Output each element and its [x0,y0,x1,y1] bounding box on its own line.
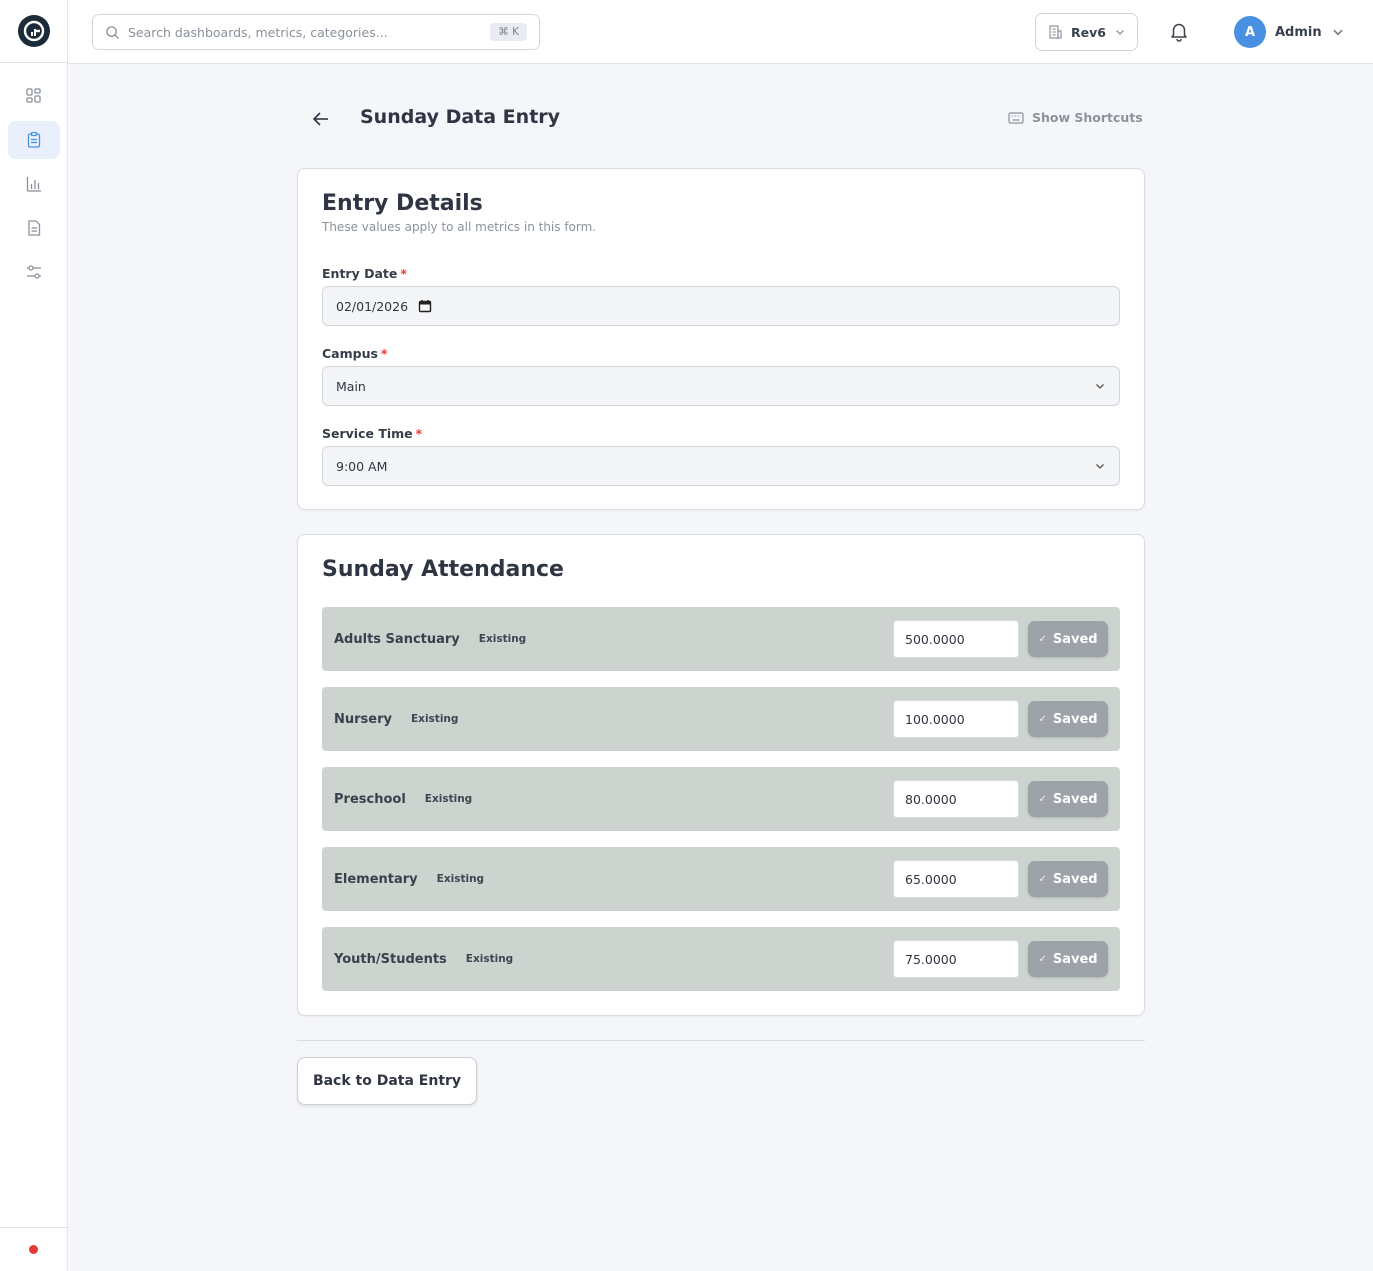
check-icon: ✓ [1038,953,1047,965]
saved-button[interactable]: ✓ Saved [1028,861,1108,897]
back-button[interactable] [310,108,332,130]
chevron-down-icon [1116,30,1124,35]
back-to-data-entry-button[interactable]: Back to Data Entry [297,1057,477,1105]
existing-badge: Existing [436,873,485,885]
check-icon: ✓ [1038,633,1047,645]
saved-label: Saved [1052,711,1098,727]
campus-select[interactable]: Main [322,366,1120,406]
bell-icon [1171,23,1187,42]
chevron-down-icon [1096,464,1104,469]
campus-label: Campus * [322,346,387,361]
metric-value-input[interactable] [893,940,1019,978]
campus-label-text: Campus [322,346,378,361]
chevron-down-icon [1333,29,1343,36]
search-input[interactable] [128,24,491,40]
metric-name: Preschool [334,791,406,807]
existing-badge: Existing [478,633,527,645]
metric-value-input[interactable] [893,780,1019,818]
show-shortcuts-label: Show Shortcuts [1032,110,1143,125]
service-time-value: 9:00 AM [336,458,388,474]
bar-chart-icon [26,177,41,192]
saved-button[interactable]: ✓ Saved [1028,941,1108,977]
notifications-button[interactable] [1168,20,1192,44]
check-icon: ✓ [1038,713,1047,725]
required-marker: * [380,346,388,361]
grid-icon [25,88,41,103]
sidebar-footer [0,1227,67,1271]
saved-label: Saved [1052,631,1098,647]
entry-details-subtitle: These values apply to all metrics in thi… [322,220,597,234]
entry-date-label: Entry Date * [322,266,407,281]
top-header: ⌘ K Rev6 A Admin [68,0,1373,64]
organization-selector[interactable]: Rev6 [1035,13,1138,51]
entry-details-title: Entry Details [322,191,483,216]
sidebar [0,0,68,1271]
entry-date-label-text: Entry Date [322,266,398,281]
entry-date-value-wrap: 02/01/2026 [336,299,432,314]
sunday-attendance-card: Sunday Attendance Adults Sanctuary Exist… [297,534,1145,1016]
service-time-label: Service Time * [322,426,422,441]
avatar: A [1234,16,1266,48]
check-icon: ✓ [1038,873,1047,885]
entry-details-card: Entry Details These values apply to all … [297,168,1145,510]
search-shortcut-badge: ⌘ K [490,23,527,41]
service-time-label-text: Service Time [322,426,413,441]
metric-row-adults-sanctuary: Adults Sanctuary Existing ✓ Saved [322,607,1120,671]
metric-name: Adults Sanctuary [334,631,460,647]
calendar-icon[interactable] [418,299,432,313]
search-bar[interactable]: ⌘ K [92,14,540,50]
footer-divider [297,1040,1145,1041]
sidebar-nav [0,63,67,291]
logo-area [0,0,67,63]
saved-label: Saved [1052,791,1098,807]
keyboard-icon [1008,111,1024,124]
user-name: Admin [1275,24,1322,40]
show-shortcuts-button[interactable]: Show Shortcuts [1008,110,1143,125]
sidebar-item-data-entry[interactable] [7,121,60,159]
metric-value-input[interactable] [893,620,1019,658]
metric-row-youth-students: Youth/Students Existing ✓ Saved [322,927,1120,991]
app-logo[interactable] [17,15,50,47]
service-time-select[interactable]: 9:00 AM [322,446,1120,486]
search-icon [106,25,120,39]
entry-date-value: 02/01/2026 [336,298,409,314]
saved-button[interactable]: ✓ Saved [1028,701,1108,737]
logo-icon [23,20,44,42]
metric-name: Nursery [334,711,392,727]
metric-name: Elementary [334,871,418,887]
entry-date-input[interactable]: 02/01/2026 [322,286,1120,326]
sidebar-item-dashboards[interactable] [8,77,60,115]
required-marker: * [400,266,407,281]
required-marker: * [415,426,423,441]
check-icon: ✓ [1038,793,1047,805]
organization-name: Rev6 [1071,24,1106,40]
saved-label: Saved [1052,871,1098,887]
existing-badge: Existing [424,793,473,805]
connection-status-dot [29,1245,38,1254]
campus-value: Main [336,378,366,394]
saved-button[interactable]: ✓ Saved [1028,781,1108,817]
building-icon [1049,25,1062,39]
document-icon [27,220,40,236]
clipboard-icon [27,131,40,148]
metric-row-preschool: Preschool Existing ✓ Saved [322,767,1120,831]
metric-row-nursery: Nursery Existing ✓ Saved [322,687,1120,751]
chevron-down-icon [1096,384,1104,389]
metric-value-input[interactable] [893,700,1019,738]
sidebar-item-documents[interactable] [8,209,60,247]
user-menu[interactable]: A Admin [1234,16,1345,48]
metric-row-elementary: Elementary Existing ✓ Saved [322,847,1120,911]
sliders-icon [26,265,41,279]
existing-badge: Existing [411,713,459,725]
sunday-attendance-title: Sunday Attendance [322,557,564,582]
saved-label: Saved [1052,951,1098,967]
metric-value-input[interactable] [893,860,1019,898]
sidebar-item-settings[interactable] [8,253,60,291]
page-title: Sunday Data Entry [360,106,561,128]
arrow-left-icon [312,112,328,126]
metric-name: Youth/Students [334,951,447,967]
sidebar-item-reports[interactable] [8,165,60,203]
saved-button[interactable]: ✓ Saved [1028,621,1108,657]
existing-badge: Existing [465,953,514,965]
